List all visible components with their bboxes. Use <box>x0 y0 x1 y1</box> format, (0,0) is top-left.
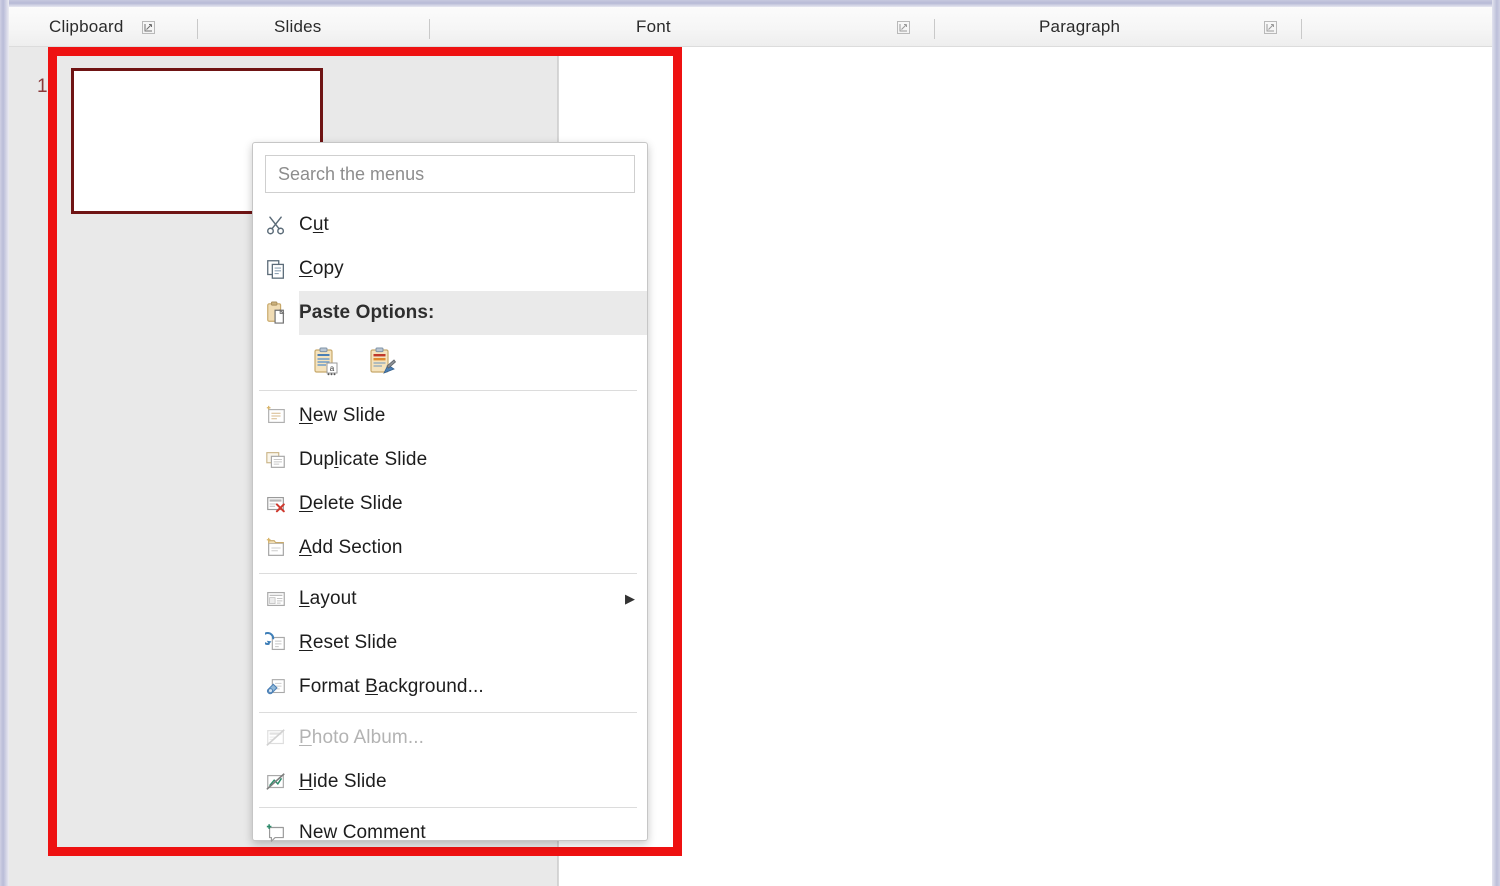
layout-icon <box>253 588 299 610</box>
menu-item-add-section-label: Add Section <box>299 537 403 558</box>
new-slide-icon <box>253 405 299 427</box>
font-dialog-launcher-wrap[interactable] <box>897 7 910 47</box>
menu-item-format-background[interactable]: Format Background... <box>253 665 647 709</box>
ribbon-group-label-strip: Clipboard Slides Font Paragraph <box>9 7 1492 47</box>
ribbon-group-paragraph-label: Paragraph <box>1039 17 1121 36</box>
menu-item-delete-slide[interactable]: Delete Slide <box>253 482 647 526</box>
ribbon-group-clipboard[interactable]: Clipboard <box>49 7 155 47</box>
window-right-edge <box>1492 0 1500 886</box>
ribbon-separator-3 <box>934 19 935 39</box>
reset-slide-icon <box>253 632 299 654</box>
menu-separator-3 <box>259 712 637 713</box>
svg-text:a: a <box>330 364 335 373</box>
menu-separator-2 <box>259 573 637 574</box>
chevron-right-icon: ▶ <box>625 591 635 606</box>
ribbon-group-clipboard-label: Clipboard <box>49 17 124 36</box>
ribbon-separator-4 <box>1301 19 1302 39</box>
menu-item-paste-options[interactable]: Paste Options: <box>253 291 647 335</box>
font-dialog-launcher-icon[interactable] <box>897 20 910 34</box>
menu-item-copy-label: Copy <box>299 258 344 279</box>
paragraph-dialog-launcher-wrap[interactable] <box>1264 7 1277 47</box>
menu-item-layout-label: Layout <box>299 588 357 609</box>
ribbon-group-font-label: Font <box>636 17 671 36</box>
menu-item-cut[interactable]: Cut <box>253 203 647 247</box>
clipboard-icon <box>253 301 299 325</box>
search-the-menus-wrap <box>253 143 647 203</box>
format-background-icon <box>253 676 299 698</box>
ribbon-groups: Clipboard Slides Font Paragraph <box>9 7 1492 46</box>
ribbon-group-paragraph[interactable]: Paragraph <box>1039 7 1120 47</box>
slide-editor-pane[interactable] <box>559 47 1492 886</box>
slide-context-menu[interactable]: Cut Copy <box>252 142 648 843</box>
duplicate-slide-icon <box>253 449 299 471</box>
ribbon-group-slides[interactable]: Slides <box>274 7 322 47</box>
paste-destination-theme-icon[interactable]: a <box>309 344 343 378</box>
paste-options-buttons-row: a <box>253 335 647 387</box>
menu-item-layout[interactable]: Layout ▶ <box>253 577 647 621</box>
menu-item-format-background-label: Format Background... <box>299 676 484 697</box>
menu-item-add-section[interactable]: Add Section <box>253 526 647 570</box>
menu-item-new-slide-label: New Slide <box>299 405 386 426</box>
scissors-icon <box>253 214 299 236</box>
menu-item-duplicate-slide[interactable]: Duplicate Slide <box>253 438 647 482</box>
add-section-icon <box>253 537 299 559</box>
ribbon-separator-1 <box>197 19 198 39</box>
thumbnail-gutter <box>9 47 65 886</box>
menu-item-paste-options-label: Paste Options: <box>299 302 435 323</box>
copy-icon <box>253 258 299 280</box>
search-the-menus-box[interactable] <box>265 155 635 193</box>
window-top-edge <box>0 0 1500 7</box>
menu-separator-4 <box>259 807 637 808</box>
powerpoint-window: Clipboard Slides Font Paragraph 1 Search… <box>0 0 1500 886</box>
slide-number-1: 1 <box>37 76 48 97</box>
menu-item-duplicate-slide-label: Duplicate Slide <box>299 449 428 470</box>
clipboard-dialog-launcher-icon[interactable] <box>141 20 155 34</box>
menu-item-new-slide[interactable]: New Slide <box>253 394 647 438</box>
menu-item-new-comment-label: New Comment <box>299 822 426 843</box>
window-left-edge <box>0 0 9 886</box>
menu-item-hide-slide[interactable]: Hide Slide <box>253 760 647 804</box>
hide-slide-icon <box>253 771 299 793</box>
menu-item-photo-album-label: Photo Album... <box>299 727 424 748</box>
new-comment-icon <box>253 822 299 844</box>
menu-separator-1 <box>259 390 637 391</box>
menu-item-cut-label: Cut <box>299 214 329 235</box>
photo-album-icon <box>253 727 299 749</box>
menu-item-copy[interactable]: Copy <box>253 247 647 291</box>
menu-item-photo-album: Photo Album... <box>253 716 647 760</box>
search-input[interactable] <box>276 162 624 186</box>
menu-item-new-comment[interactable]: New Comment <box>253 811 647 855</box>
paragraph-dialog-launcher-icon[interactable] <box>1264 20 1277 34</box>
paste-keep-source-icon[interactable] <box>365 344 399 378</box>
menu-item-hide-slide-label: Hide Slide <box>299 771 387 792</box>
ribbon-group-slides-label: Slides <box>274 17 322 36</box>
menu-item-reset-slide-label: Reset Slide <box>299 632 398 653</box>
delete-slide-icon <box>253 493 299 515</box>
ribbon-separator-2 <box>429 19 430 39</box>
work-area: 1 <box>9 47 1492 886</box>
ribbon-group-font[interactable]: Font <box>636 7 671 47</box>
menu-item-reset-slide[interactable]: Reset Slide <box>253 621 647 665</box>
menu-item-delete-slide-label: Delete Slide <box>299 493 403 514</box>
